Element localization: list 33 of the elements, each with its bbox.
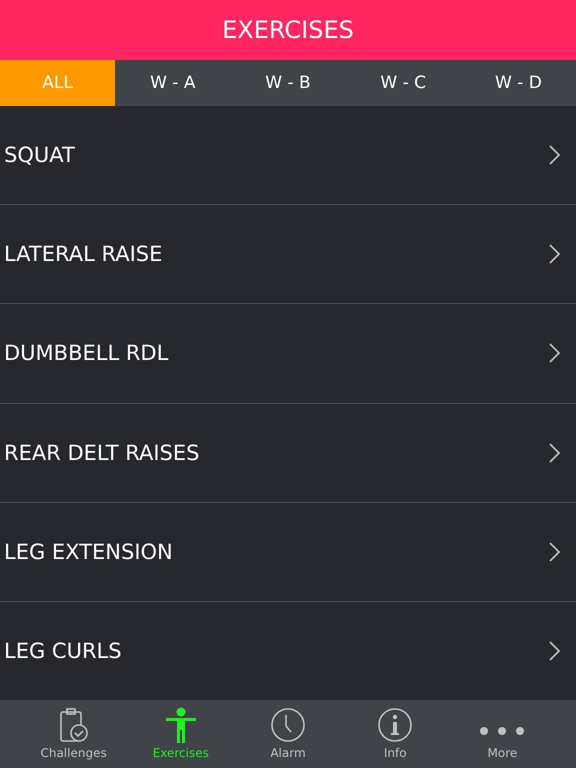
chevron-icon bbox=[549, 145, 560, 166]
clock-icon bbox=[270, 707, 306, 743]
tab-bar-item[interactable]: Challenges bbox=[20, 700, 128, 768]
more-icon bbox=[480, 727, 524, 735]
exercise-row[interactable]: LEG EXTENSION bbox=[0, 502, 576, 602]
filter-tab[interactable]: W - B bbox=[230, 60, 346, 106]
filter-tab[interactable]: W - D bbox=[460, 60, 576, 106]
exercise-name: LEG CURLS bbox=[4, 638, 122, 663]
exercise-name: LATERAL RAISE bbox=[4, 242, 162, 266]
chevron-icon bbox=[549, 343, 560, 364]
screen-title: EXERCISES bbox=[222, 16, 354, 44]
filter-tab[interactable]: W - A bbox=[115, 60, 230, 106]
tab-bar-item[interactable]: Alarm bbox=[234, 700, 342, 768]
exercise-name: SQUAT bbox=[4, 143, 75, 168]
person-icon bbox=[164, 707, 197, 743]
clipboard-check-icon bbox=[58, 707, 89, 743]
tab-bar-item[interactable]: More bbox=[448, 700, 556, 768]
chevron-icon bbox=[549, 442, 560, 463]
tab-bar-item[interactable]: Exercises bbox=[127, 700, 234, 768]
exercise-row[interactable]: DUMBBELL RDL bbox=[0, 304, 576, 404]
info-icon bbox=[377, 707, 414, 743]
chevron-icon bbox=[549, 640, 560, 661]
filter-tab[interactable]: W - C bbox=[346, 60, 461, 106]
exercise-row[interactable]: LATERAL RAISE bbox=[0, 205, 576, 304]
exercise-row[interactable]: REAR DELT RAISES bbox=[0, 404, 576, 503]
chevron-icon bbox=[549, 542, 560, 562]
chevron-icon bbox=[549, 244, 560, 264]
exercise-name: REAR DELT RAISES bbox=[4, 440, 200, 465]
tab-bar-item[interactable]: Info bbox=[342, 700, 449, 768]
exercise-row[interactable]: LEG CURLS bbox=[0, 602, 576, 700]
exercise-name: DUMBBELL RDL bbox=[4, 341, 168, 366]
exercise-row[interactable]: SQUAT bbox=[0, 106, 576, 206]
exercise-name: LEG EXTENSION bbox=[4, 540, 173, 564]
